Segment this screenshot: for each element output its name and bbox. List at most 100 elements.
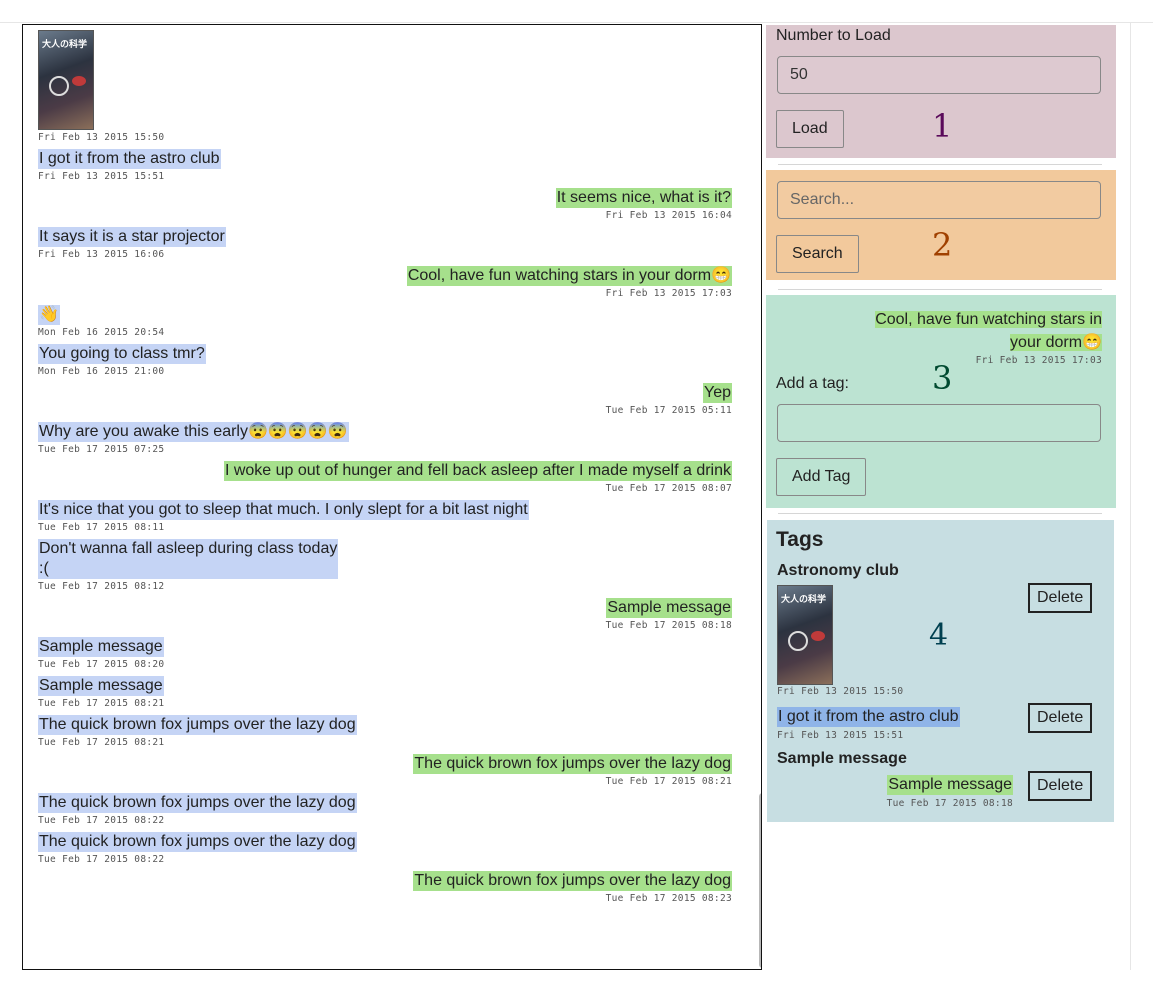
chat-message[interactable]: 👋 Mon Feb 16 2015 20:54 <box>38 305 732 340</box>
chat-message[interactable]: Sample message Tue Feb 17 2015 08:18 <box>38 598 732 633</box>
selected-message-timestamp: Fri Feb 13 2015 17:03 <box>975 355 1102 366</box>
chat-message[interactable]: Don't wanna fall asleep during class tod… <box>38 539 732 594</box>
message-timestamp: Fri Feb 13 2015 17:03 <box>605 288 732 299</box>
panel-number-2: 2 <box>932 226 953 264</box>
message-text: It's nice that you got to sleep that muc… <box>38 500 529 520</box>
tag-name-astronomy-club: Astronomy club <box>777 562 899 579</box>
message-timestamp: Tue Feb 17 2015 07:25 <box>38 444 165 455</box>
tagged-message-timestamp: Tue Feb 17 2015 08:18 <box>886 798 1013 809</box>
delete-tag-button[interactable]: Delete <box>1028 771 1093 801</box>
message-timestamp: Tue Feb 17 2015 08:21 <box>38 698 165 709</box>
number-to-load-label: Number to Load <box>776 27 891 44</box>
load-button[interactable]: Load <box>776 110 844 148</box>
tagged-message: Sample message <box>887 775 1013 795</box>
panel-number-3: 3 <box>932 359 953 397</box>
chat-message[interactable]: It says it is a star projector Fri Feb 13… <box>38 227 732 262</box>
message-timestamp: Tue Feb 17 2015 08:21 <box>605 776 732 787</box>
message-timestamp: Fri Feb 13 2015 15:51 <box>38 171 165 182</box>
message-text: Sample message <box>606 598 732 618</box>
message-text: Yep <box>703 383 732 403</box>
tagged-message: I got it from the astro club <box>777 707 960 727</box>
tagged-image-timestamp: Fri Feb 13 2015 15:50 <box>777 686 904 697</box>
message-text: The quick brown fox jumps over the lazy … <box>413 754 732 774</box>
search-button[interactable]: Search <box>776 235 859 273</box>
chat-message[interactable]: 大人の科学 Fri Feb 13 2015 15:50 <box>38 30 732 145</box>
delete-tag-button[interactable]: Delete <box>1028 583 1093 613</box>
message-text: It seems nice, what is it? <box>555 188 732 208</box>
message-text: The quick brown fox jumps over the lazy … <box>38 715 357 735</box>
chat-scrollbar[interactable] <box>759 793 761 968</box>
tag-input[interactable] <box>777 404 1101 442</box>
divider <box>778 513 1102 514</box>
message-text: It says it is a star projector <box>38 227 226 247</box>
chat-message[interactable]: Cool, have fun watching stars in your do… <box>38 266 732 301</box>
message-text: The quick brown fox jumps over the lazy … <box>38 793 357 813</box>
chat-message[interactable]: Sample message Tue Feb 17 2015 08:21 <box>38 676 732 711</box>
tags-heading: Tags <box>776 528 824 551</box>
chat-message[interactable]: Fri Feb 13 2015 15:21 <box>38 25 732 26</box>
tags-panel: Tags 4 Astronomy club 大人の科学 Fri Feb 13 2… <box>767 520 1114 822</box>
message-timestamp: Tue Feb 17 2015 08:07 <box>605 483 732 494</box>
add-tag-panel: Cool, have fun watching stars in your do… <box>766 295 1116 508</box>
chat-message[interactable]: It seems nice, what is it? Fri Feb 13 201… <box>38 188 732 223</box>
tagged-image: 大人の科学 <box>777 585 833 685</box>
message-text: Cool, have fun watching stars in your do… <box>406 266 732 286</box>
divider <box>778 289 1102 290</box>
chat-image[interactable]: 大人の科学 <box>38 30 94 130</box>
message-timestamp: Mon Feb 16 2015 20:54 <box>38 327 165 338</box>
selected-message: Cool, have fun watching stars in your do… <box>875 311 1102 351</box>
right-divider <box>1130 22 1131 970</box>
load-panel: Number to Load Load 1 <box>766 25 1116 158</box>
message-timestamp: Tue Feb 17 2015 08:21 <box>38 737 165 748</box>
message-timestamp: Tue Feb 17 2015 08:12 <box>38 581 165 592</box>
message-text: You going to class tmr? <box>38 344 206 364</box>
chat-message[interactable]: I woke up out of hunger and fell back as… <box>38 461 732 496</box>
chat-message[interactable]: It's nice that you got to sleep that muc… <box>38 500 732 535</box>
message-text: Don't wanna fall asleep during class tod… <box>38 539 339 579</box>
chat-message[interactable]: I got it from the astro club Fri Feb 13 2… <box>38 149 732 184</box>
chat-message[interactable]: Sample message Tue Feb 17 2015 08:20 <box>38 637 732 672</box>
add-tag-label: Add a tag: <box>776 375 849 392</box>
search-input[interactable] <box>777 181 1101 219</box>
message-timestamp: Tue Feb 17 2015 05:11 <box>605 405 732 416</box>
message-text: Why are you awake this early😨😨😨😨😨 <box>38 422 349 442</box>
delete-tag-button[interactable]: Delete <box>1028 703 1093 733</box>
add-tag-button[interactable]: Add Tag <box>776 458 867 496</box>
message-timestamp: Tue Feb 17 2015 08:18 <box>605 620 732 631</box>
message-text: The quick brown fox jumps over the lazy … <box>38 832 357 852</box>
divider <box>778 164 1102 165</box>
chat-message-list: Fri Feb 13 2015 15:21 大人の科学 Fri Feb 13 201… <box>38 25 732 910</box>
message-timestamp: Fri Feb 13 2015 15:50 <box>38 132 165 143</box>
tagged-message-timestamp: Fri Feb 13 2015 15:51 <box>777 730 904 741</box>
message-timestamp: Tue Feb 17 2015 08:11 <box>38 522 165 533</box>
chat-message[interactable]: The quick brown fox jumps over the lazy … <box>38 832 732 867</box>
message-text: Sample message <box>38 637 164 657</box>
search-panel: Search 2 <box>766 170 1116 280</box>
message-text: The quick brown fox jumps over the lazy … <box>413 871 732 891</box>
message-timestamp: Fri Feb 13 2015 16:06 <box>38 249 165 260</box>
message-timestamp: Mon Feb 16 2015 21:00 <box>38 366 165 377</box>
chat-log[interactable]: Fri Feb 13 2015 15:21 大人の科学 Fri Feb 13 201… <box>22 24 762 970</box>
message-timestamp: Fri Feb 13 2015 15:21 <box>606 25 732 26</box>
message-timestamp: Tue Feb 17 2015 08:22 <box>38 854 165 865</box>
tag-name-sample-message: Sample message <box>777 750 907 767</box>
chat-message[interactable]: The quick brown fox jumps over the lazy … <box>38 871 732 906</box>
message-timestamp: Tue Feb 17 2015 08:22 <box>38 815 165 826</box>
chat-message[interactable]: You going to class tmr? Mon Feb 16 2015 2… <box>38 344 732 379</box>
chat-message[interactable]: The quick brown fox jumps over the lazy … <box>38 715 732 750</box>
message-text: 👋 <box>38 305 60 325</box>
panel-number-1: 1 <box>932 107 953 145</box>
chat-message[interactable]: The quick brown fox jumps over the lazy … <box>38 793 732 828</box>
chat-message[interactable]: The quick brown fox jumps over the lazy … <box>38 754 732 789</box>
number-to-load-input[interactable] <box>777 56 1101 94</box>
message-timestamp: Fri Feb 13 2015 16:04 <box>605 210 732 221</box>
message-timestamp: Tue Feb 17 2015 08:20 <box>38 659 165 670</box>
message-timestamp: Tue Feb 17 2015 08:23 <box>605 893 732 904</box>
chat-message[interactable]: Yep Tue Feb 17 2015 05:11 <box>38 383 732 418</box>
message-text: I woke up out of hunger and fell back as… <box>223 461 732 481</box>
panel-number-4: 4 <box>929 618 949 653</box>
top-divider <box>0 22 1153 23</box>
message-text: Sample message <box>38 676 164 696</box>
chat-message[interactable]: Why are you awake this early😨😨😨😨😨 Tue Feb… <box>38 422 732 457</box>
message-text: I got it from the astro club <box>38 149 221 169</box>
